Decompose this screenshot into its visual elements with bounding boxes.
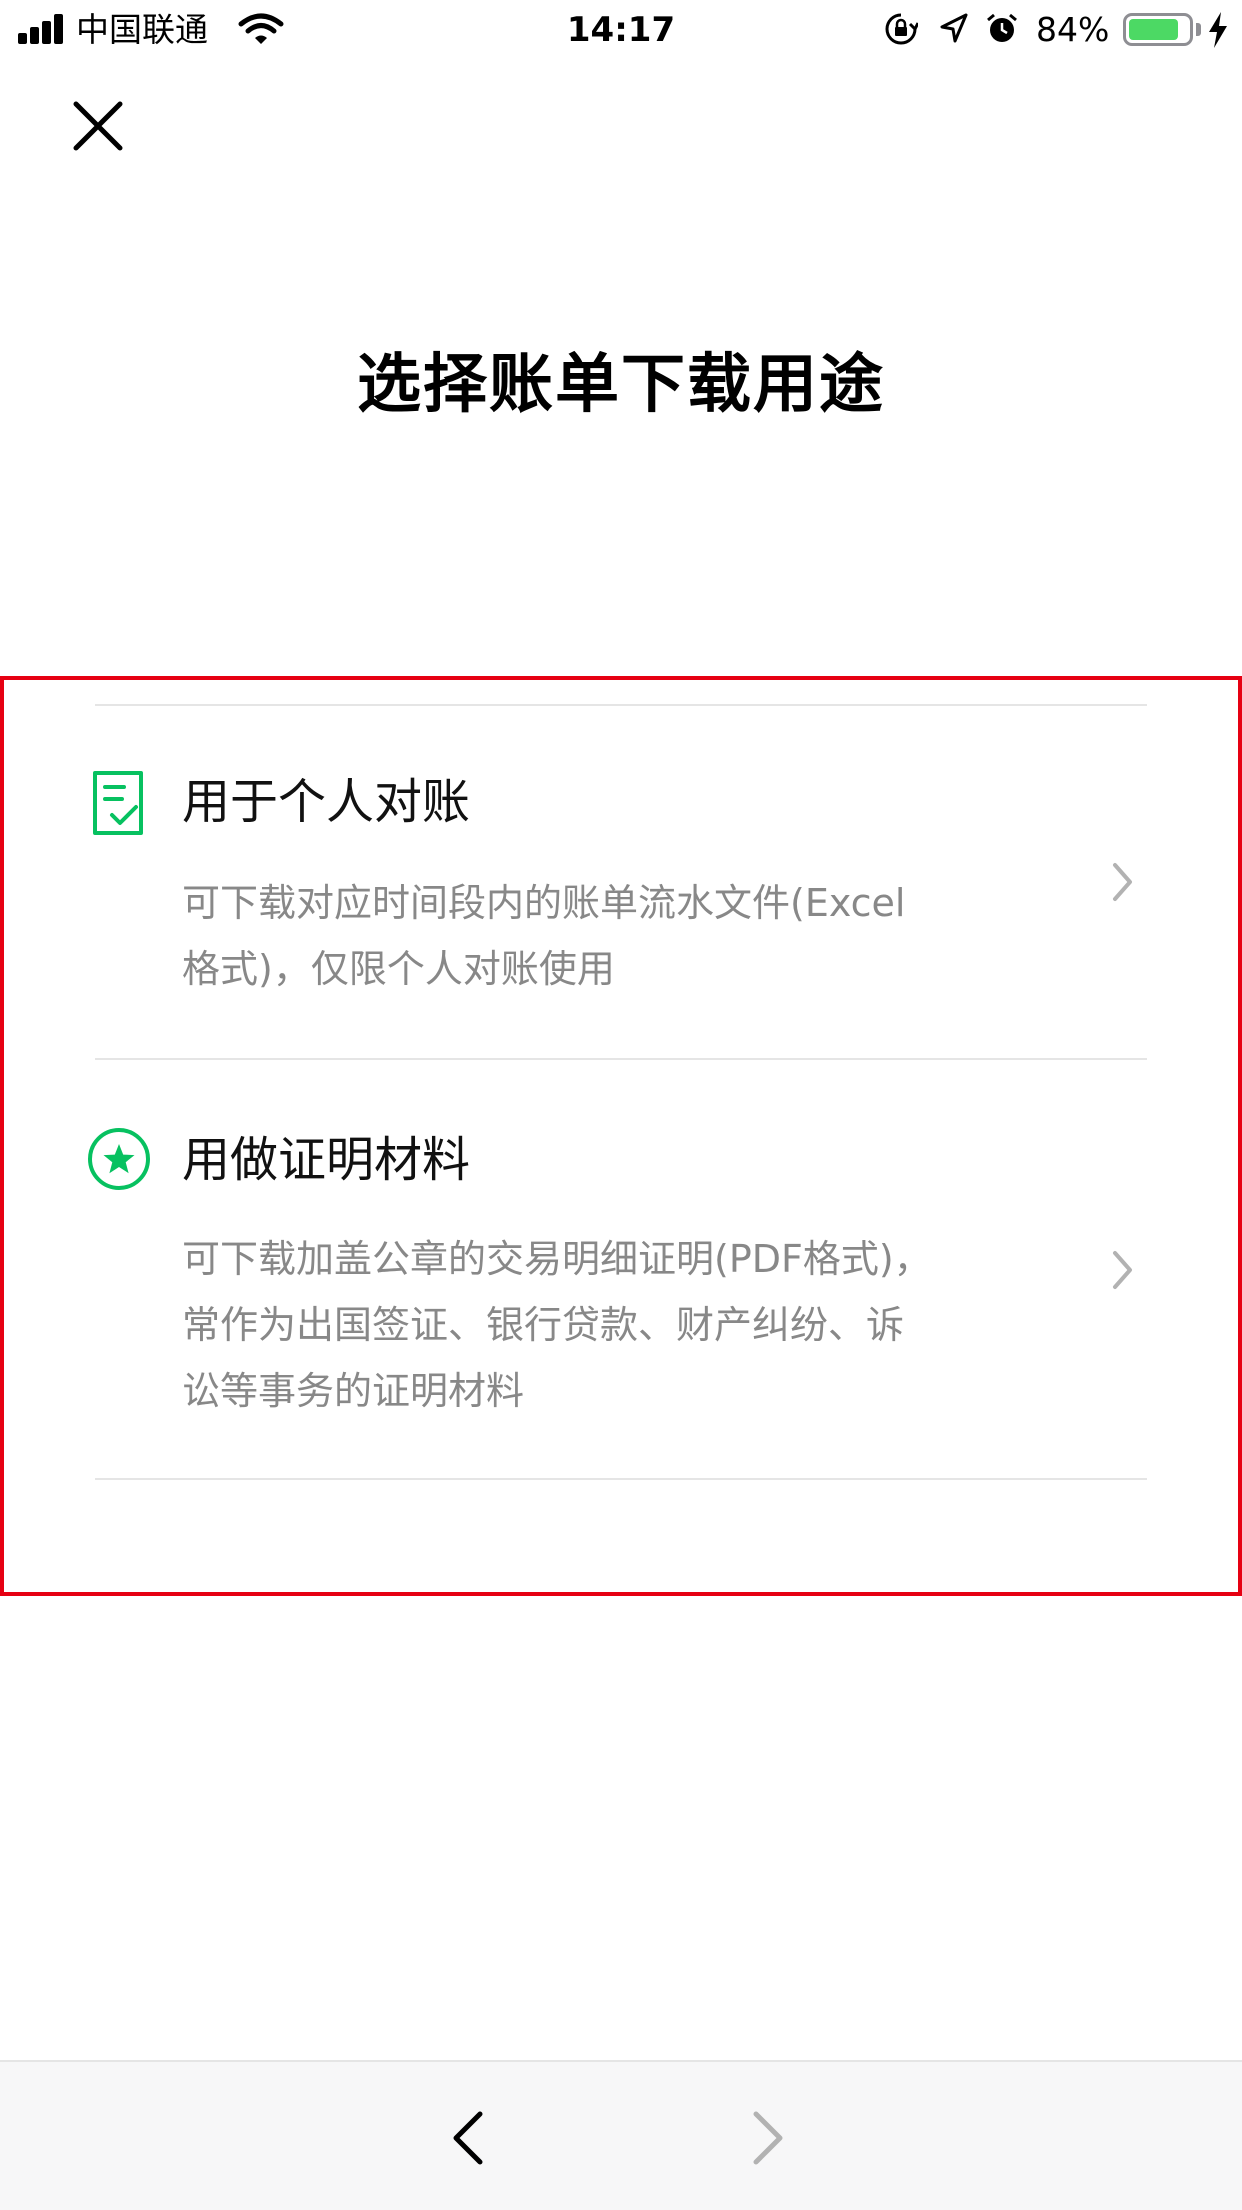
- charging-icon: [1209, 12, 1227, 48]
- option-title: 用于个人对账: [182, 774, 471, 830]
- option-description-line: 常作为出国签证、银行贷款、财产纠纷、诉: [182, 1303, 905, 1347]
- option-description: 可下载加盖公章的交易明细证明(PDF格式)， 常作为出国签证、银行贷款、财产纠纷…: [182, 1226, 1022, 1424]
- battery-icon: [1123, 13, 1193, 46]
- option-proof-material[interactable]: 用做证明材料 可下载加盖公章的交易明细证明(PDF格式)， 常作为出国签证、银行…: [0, 1060, 1242, 1478]
- option-description: 可下载对应时间段内的账单流水文件(Excel 格式)，仅限个人对账使用: [182, 870, 1022, 1002]
- battery-cap: [1196, 23, 1201, 36]
- document-check-icon: [93, 771, 143, 835]
- battery-percentage: 84%: [1036, 10, 1110, 49]
- chevron-right-icon: [1113, 863, 1132, 901]
- rotation-lock-icon: [885, 13, 918, 45]
- option-personal-reconciliation[interactable]: 用于个人对账 可下载对应时间段内的账单流水文件(Excel 格式)，仅限个人对账…: [0, 706, 1242, 1058]
- close-icon[interactable]: [68, 96, 128, 156]
- chevron-right-icon: [1113, 1251, 1132, 1289]
- star-circle-icon: [88, 1128, 150, 1190]
- option-description-line: 可下载对应时间段内的账单流水文件(Excel: [182, 881, 906, 925]
- status-bar: 中国联通 14:17 84%: [0, 0, 1242, 62]
- location-icon: [940, 13, 968, 43]
- chevron-left-icon[interactable]: [448, 2110, 488, 2166]
- chevron-right-icon[interactable]: [748, 2110, 788, 2166]
- option-description-line: 格式)，仅限个人对账使用: [182, 947, 615, 991]
- option-description-line: 可下载加盖公章的交易明细证明(PDF格式)，: [182, 1237, 932, 1281]
- bottom-toolbar: [0, 2060, 1242, 2210]
- option-description-line: 讼等事务的证明材料: [182, 1369, 525, 1413]
- divider: [95, 1478, 1147, 1480]
- page-title: 选择账单下载用途: [357, 348, 885, 422]
- alarm-icon: [987, 13, 1017, 42]
- option-title: 用做证明材料: [182, 1132, 471, 1188]
